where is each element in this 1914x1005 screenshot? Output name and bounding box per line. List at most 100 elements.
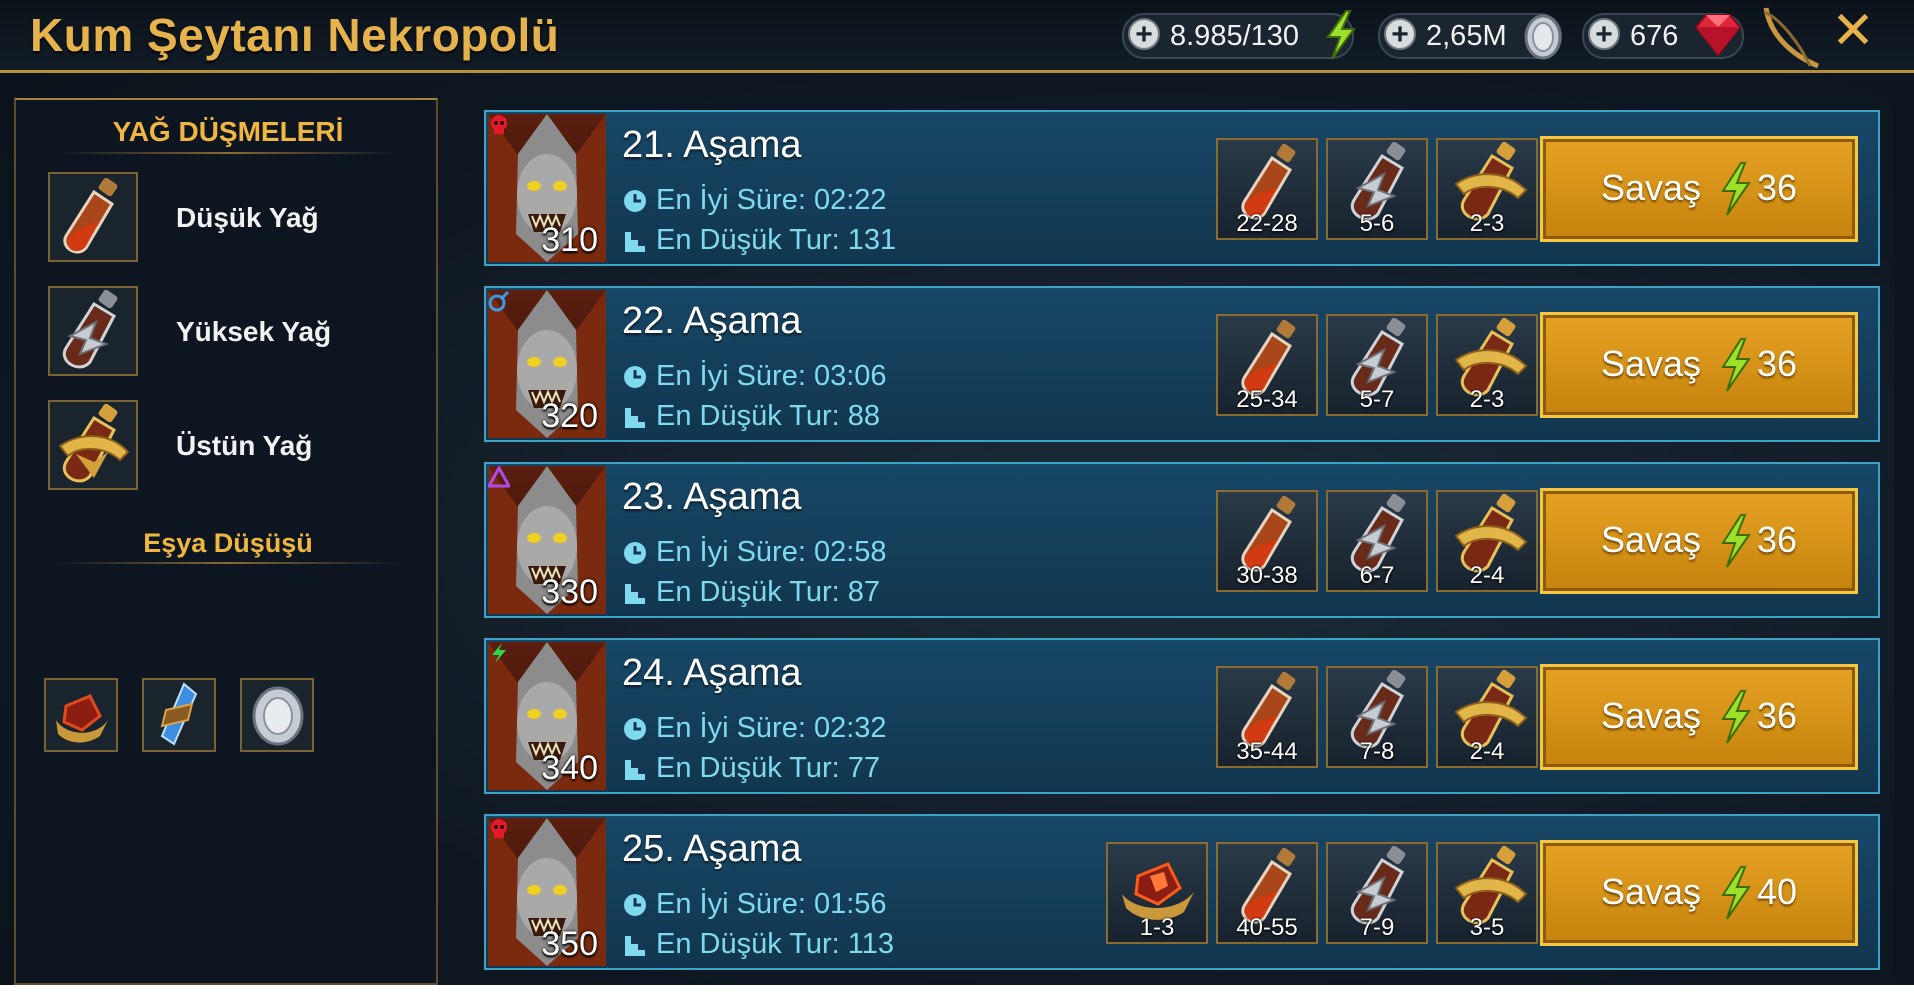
fight-label: Savaş xyxy=(1601,167,1702,208)
high-oil-flask-icon xyxy=(48,286,138,376)
low-oil-flask-icon xyxy=(48,172,138,262)
low-oil-drop-icon[interactable]: 35-44 xyxy=(1216,666,1318,768)
fight-label: Savaş xyxy=(1601,343,1702,384)
energy-bolt-icon xyxy=(1721,514,1751,568)
boss-level: 350 xyxy=(541,925,598,963)
energy-value: 8.985/130 xyxy=(1170,20,1300,52)
superior-oil-drop-icon[interactable]: 2-4 xyxy=(1436,490,1538,592)
best-time: En İyi Süre: 02:32 xyxy=(622,712,887,745)
reward-quantity: 3-5 xyxy=(1469,914,1505,941)
reward-quantity: 6-7 xyxy=(1359,562,1395,589)
reward-quantity: 5-6 xyxy=(1359,210,1395,237)
fight-button[interactable]: Savaş 36 xyxy=(1540,488,1858,594)
best-time: En İyi Süre: 01:56 xyxy=(622,888,887,921)
gems-value: 676 xyxy=(1630,20,1679,52)
low-oil-label: Düşük Yağ xyxy=(176,202,319,233)
min-turns-text: En Düşük Tur: 87 xyxy=(656,576,881,608)
close-button[interactable]: ✕ xyxy=(1830,5,1876,57)
min-turns: En Düşük Tur: 77 xyxy=(622,752,880,785)
boss-level: 330 xyxy=(541,573,598,611)
energy-bolt-icon xyxy=(1721,690,1751,744)
low-oil-drop-icon[interactable]: 30-38 xyxy=(1216,490,1318,592)
min-turns-text: En Düşük Tur: 77 xyxy=(656,752,881,784)
best-time: En İyi Süre: 03:06 xyxy=(622,360,887,393)
reward-list: 30-38 6-7 2-4 xyxy=(1208,490,1538,592)
superior-oil-label: Üstün Yağ xyxy=(176,430,313,461)
clock-icon xyxy=(624,365,646,388)
drops-panel: YAĞ DÜŞMELERİ Düşük Yağ Yüksek Yağ Üstün… xyxy=(14,98,438,985)
energy-counter: + 8.985/130 xyxy=(1122,10,1356,60)
boss-level: 320 xyxy=(541,397,598,435)
drop-row-low-oil: Düşük Yağ xyxy=(48,172,428,264)
fight-button[interactable]: Savaş 36 xyxy=(1540,312,1858,418)
energy-cost: 40 xyxy=(1757,871,1798,912)
reward-quantity: 30-38 xyxy=(1236,562,1298,589)
turns-stairs-icon xyxy=(625,583,645,604)
add-energy-button[interactable]: + xyxy=(1128,18,1160,50)
high-oil-drop-icon[interactable]: 5-6 xyxy=(1326,138,1428,240)
min-turns: En Düşük Tur: 131 xyxy=(622,224,896,257)
min-turns-text: En Düşük Tur: 88 xyxy=(656,400,881,432)
clock-icon xyxy=(624,189,646,212)
boss-portrait: 340 xyxy=(488,642,606,790)
min-turns-text: En Düşük Tur: 113 xyxy=(656,928,895,960)
boss-portrait: 350 xyxy=(488,818,606,966)
artifact-drop-icon[interactable]: 1-3 xyxy=(1106,842,1208,944)
fight-button[interactable]: Savaş 36 xyxy=(1540,664,1858,770)
stage-title: 23. Aşama xyxy=(622,476,802,518)
ruby-gem-icon xyxy=(1694,14,1742,57)
stage-title: 21. Aşama xyxy=(622,124,802,166)
superior-oil-drop-icon[interactable]: 2-3 xyxy=(1436,138,1538,240)
best-time: En İyi Süre: 02:22 xyxy=(622,184,887,217)
add-gems-button[interactable]: + xyxy=(1588,18,1620,50)
clock-icon xyxy=(624,541,646,564)
boss-portrait: 320 xyxy=(488,290,606,438)
energy-bolt-icon xyxy=(1721,338,1751,392)
best-time-text: En İyi Süre: 02:32 xyxy=(656,712,887,744)
reward-quantity: 35-44 xyxy=(1236,738,1298,765)
high-oil-drop-icon[interactable]: 7-8 xyxy=(1326,666,1428,768)
reward-quantity: 1-3 xyxy=(1139,914,1175,941)
reward-quantity: 5-7 xyxy=(1359,386,1395,413)
turns-stairs-icon xyxy=(625,407,645,428)
turns-stairs-icon xyxy=(625,935,645,956)
fight-label: Savaş xyxy=(1601,695,1702,736)
heading-divider xyxy=(56,562,400,564)
game-screen: Kum Şeytanı Nekropolü + 8.985/130 + 2,65… xyxy=(0,0,1914,985)
ornament-swirl-icon xyxy=(1763,7,1819,69)
superior-oil-drop-icon[interactable]: 2-3 xyxy=(1436,314,1538,416)
add-silver-button[interactable]: + xyxy=(1384,18,1416,50)
blue-crystal-icon xyxy=(142,678,216,752)
stage-row: 310 21. Aşama En İyi Süre: 02:22 En Düşü… xyxy=(484,110,1880,266)
reward-quantity: 40-55 xyxy=(1236,914,1298,941)
high-oil-label: Yüksek Yağ xyxy=(176,316,332,347)
energy-bolt-icon xyxy=(1721,162,1751,216)
reward-quantity: 22-28 xyxy=(1236,210,1298,237)
fight-button[interactable]: Savaş 40 xyxy=(1540,840,1858,946)
low-oil-drop-icon[interactable]: 40-55 xyxy=(1216,842,1318,944)
high-oil-drop-icon[interactable]: 7-9 xyxy=(1326,842,1428,944)
stage-row: 320 22. Aşama En İyi Süre: 03:06 En Düşü… xyxy=(484,286,1880,442)
superior-oil-drop-icon[interactable]: 3-5 xyxy=(1436,842,1538,944)
turns-stairs-icon xyxy=(625,231,645,252)
scroll-edge xyxy=(1894,70,1914,985)
high-oil-drop-icon[interactable]: 5-7 xyxy=(1326,314,1428,416)
low-oil-drop-icon[interactable]: 22-28 xyxy=(1216,138,1318,240)
low-oil-drop-icon[interactable]: 25-34 xyxy=(1216,314,1318,416)
clock-icon xyxy=(624,893,646,916)
fight-button[interactable]: Savaş 36 xyxy=(1540,136,1858,242)
drop-row-superior-oil: Üstün Yağ xyxy=(48,400,428,492)
reward-list: 1-3 40-55 7-9 3-5 xyxy=(1098,842,1538,944)
reward-quantity: 2-3 xyxy=(1469,386,1505,413)
best-time-text: En İyi Süre: 02:58 xyxy=(656,536,887,568)
high-oil-drop-icon[interactable]: 6-7 xyxy=(1326,490,1428,592)
min-turns-text: En Düşük Tur: 131 xyxy=(656,224,897,256)
page-title: Kum Şeytanı Nekropolü xyxy=(30,9,560,61)
energy-cost: 36 xyxy=(1757,343,1798,384)
reward-quantity: 2-4 xyxy=(1469,562,1505,589)
stage-title: 22. Aşama xyxy=(622,300,802,342)
superior-oil-flask-icon xyxy=(48,400,138,490)
superior-oil-drop-icon[interactable]: 2-4 xyxy=(1436,666,1538,768)
silver-value: 2,65M xyxy=(1426,20,1507,52)
boss-portrait: 330 xyxy=(488,466,606,614)
